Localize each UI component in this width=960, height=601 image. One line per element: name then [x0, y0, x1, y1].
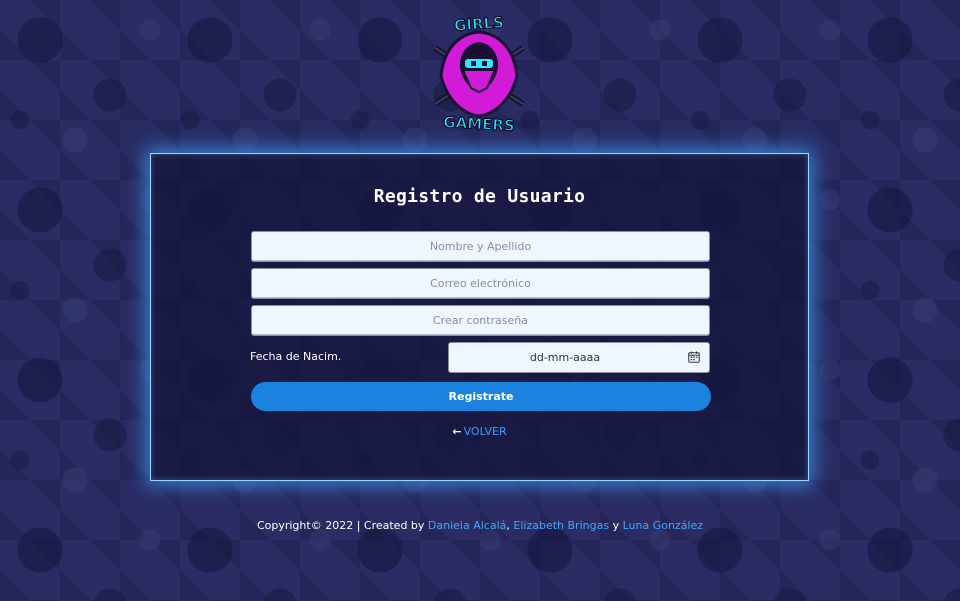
svg-text:GAMERS: GAMERS	[443, 113, 515, 135]
register-card: Registro de Usuario Fecha de Nacim. dd-m…	[150, 153, 809, 481]
birthdate-placeholder: dd-mm-aaaa	[529, 351, 601, 364]
arrow-left-icon[interactable]: ←	[452, 425, 461, 438]
password-input[interactable]	[252, 306, 709, 335]
author-link-luna[interactable]: Luna González	[623, 519, 703, 532]
calendar-icon[interactable]	[688, 351, 700, 363]
name-field-wrapper	[251, 231, 710, 262]
card-title: Registro de Usuario	[373, 186, 586, 207]
back-link[interactable]: VOLVER	[464, 425, 507, 438]
footer-separator: ,	[506, 519, 510, 532]
register-button[interactable]: Registrate	[251, 382, 711, 411]
birthdate-input[interactable]: dd-mm-aaaa	[448, 342, 710, 373]
email-field-wrapper	[251, 268, 710, 299]
copyright-text: Copyright© 2022 | Created by	[256, 519, 425, 532]
email-input[interactable]	[252, 269, 709, 298]
girls-gamers-logo: GIRLS GAMERS	[427, 10, 531, 136]
footer-separator-y: y	[612, 519, 620, 532]
footer: Copyright© 2022 | Created by Daniela Alc…	[0, 519, 960, 532]
author-link-elizabeth[interactable]: Elizabeth Bringas	[513, 519, 609, 532]
birthdate-label: Fecha de Nacim.	[250, 350, 342, 363]
back-row: ← VOLVER	[151, 425, 808, 438]
password-field-wrapper	[251, 305, 710, 336]
name-input[interactable]	[252, 232, 709, 261]
author-link-daniela[interactable]: Daniela Alcalá	[428, 519, 506, 532]
